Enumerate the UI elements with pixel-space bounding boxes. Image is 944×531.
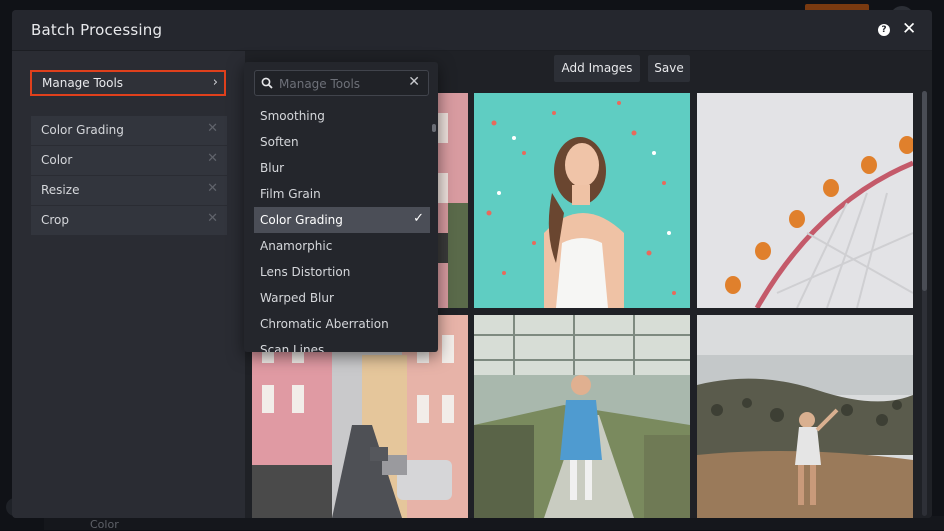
chevron-right-icon: › bbox=[212, 75, 218, 90]
manage-tools-dropdown: ✕ Smoothing Soften Blur Film Grain Color… bbox=[244, 62, 438, 352]
tool-search-input[interactable] bbox=[279, 75, 405, 92]
dropdown-item-label: Warped Blur bbox=[260, 291, 334, 305]
dropdown-item-chromatic-aberration[interactable]: Chromatic Aberration bbox=[254, 311, 430, 337]
dropdown-item-label: Soften bbox=[260, 135, 299, 149]
tool-item-label: Crop bbox=[41, 213, 70, 227]
add-images-button[interactable]: Add Images bbox=[554, 55, 640, 82]
close-icon[interactable]: ✕ bbox=[902, 21, 916, 38]
dropdown-item-warped-blur[interactable]: Warped Blur bbox=[254, 285, 430, 311]
remove-tool-icon[interactable]: ✕ bbox=[207, 211, 218, 226]
tool-item-resize[interactable]: Resize ✕ bbox=[31, 176, 227, 205]
dropdown-item-label: Blur bbox=[260, 161, 285, 175]
dropdown-item-label: Color Grading bbox=[260, 213, 343, 227]
tool-item-color-grading[interactable]: Color Grading ✕ bbox=[31, 116, 227, 145]
remove-tool-icon[interactable]: ✕ bbox=[207, 151, 218, 166]
tools-sidebar: Manage Tools › Color Grading ✕ Color ✕ R… bbox=[12, 51, 245, 518]
dropdown-item-anamorphic[interactable]: Anamorphic bbox=[254, 233, 430, 259]
search-icon bbox=[261, 77, 273, 89]
help-icon[interactable]: ? bbox=[878, 24, 890, 36]
dialog-title-bar: Batch Processing ? ✕ bbox=[12, 10, 932, 51]
image-thumbnail[interactable] bbox=[474, 315, 690, 518]
clear-search-icon[interactable]: ✕ bbox=[408, 74, 420, 90]
dropdown-scrollbar-thumb[interactable] bbox=[432, 124, 436, 132]
dropdown-item-film-grain[interactable]: Film Grain bbox=[254, 181, 430, 207]
tool-search-box: ✕ bbox=[254, 70, 429, 96]
image-thumbnail[interactable] bbox=[474, 93, 690, 308]
dropdown-item-label: Scan Lines bbox=[260, 343, 325, 352]
tool-item-crop[interactable]: Crop ✕ bbox=[31, 206, 227, 235]
image-thumbnail[interactable] bbox=[697, 93, 913, 308]
image-woman-confetti bbox=[474, 93, 690, 308]
image-hill-view bbox=[697, 315, 913, 518]
dropdown-item-label: Chromatic Aberration bbox=[260, 317, 389, 331]
tool-item-color[interactable]: Color ✕ bbox=[31, 146, 227, 175]
background-bottom-text: Color bbox=[90, 518, 119, 531]
manage-tools-label: Manage Tools bbox=[42, 76, 124, 90]
image-thumbnail[interactable] bbox=[697, 315, 913, 518]
dialog-title: Batch Processing bbox=[31, 21, 163, 39]
tool-item-label: Color Grading bbox=[41, 123, 124, 137]
dropdown-item-label: Lens Distortion bbox=[260, 265, 351, 279]
dropdown-item-label: Smoothing bbox=[260, 109, 325, 123]
dropdown-item-label: Anamorphic bbox=[260, 239, 333, 253]
background-bottom-bar: Color bbox=[44, 516, 944, 531]
dropdown-item-scan-lines[interactable]: Scan Lines bbox=[254, 337, 430, 352]
dropdown-item-smoothing[interactable]: Smoothing bbox=[254, 103, 430, 129]
image-greenhouse bbox=[474, 315, 690, 518]
remove-tool-icon[interactable]: ✕ bbox=[207, 121, 218, 136]
manage-tools-button[interactable]: Manage Tools › bbox=[30, 70, 226, 96]
save-button[interactable]: Save bbox=[648, 55, 690, 82]
dropdown-item-blur[interactable]: Blur bbox=[254, 155, 430, 181]
dropdown-item-color-grading[interactable]: Color Grading ✓ bbox=[254, 207, 430, 233]
dropdown-item-lens-distortion[interactable]: Lens Distortion bbox=[254, 259, 430, 285]
dropdown-item-soften[interactable]: Soften bbox=[254, 129, 430, 155]
tool-item-label: Resize bbox=[41, 183, 80, 197]
image-ferris-wheel bbox=[697, 93, 913, 308]
dropdown-item-label: Film Grain bbox=[260, 187, 321, 201]
checkmark-icon: ✓ bbox=[413, 211, 424, 226]
tool-item-label: Color bbox=[41, 153, 73, 167]
remove-tool-icon[interactable]: ✕ bbox=[207, 181, 218, 196]
gallery-scrollbar-thumb[interactable] bbox=[922, 91, 927, 291]
batch-processing-dialog: Batch Processing ? ✕ Manage Tools › Colo… bbox=[12, 10, 932, 518]
